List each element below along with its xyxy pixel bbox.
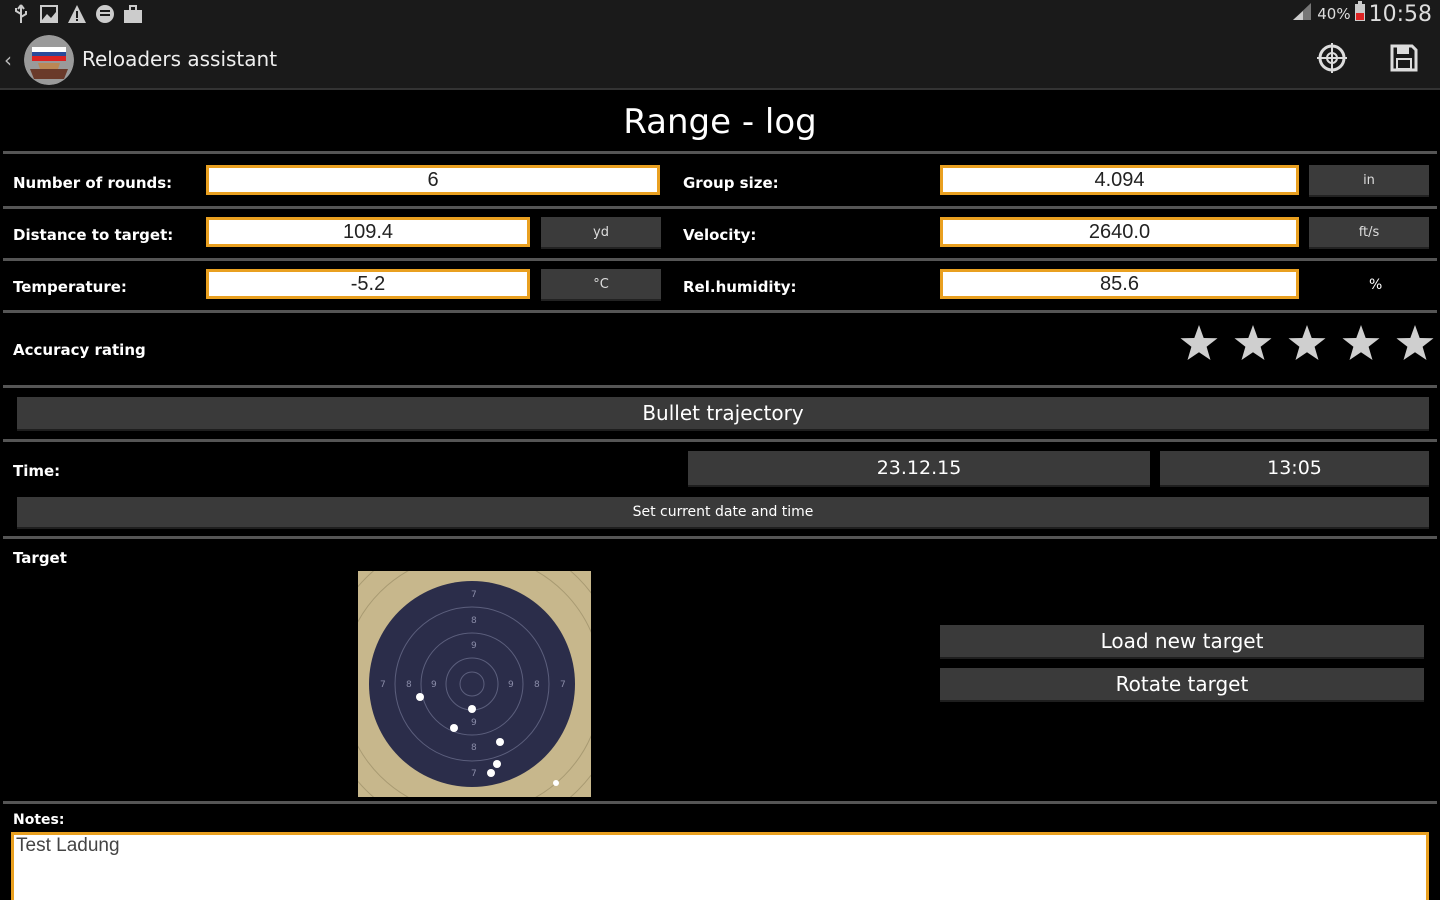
briefcase-icon — [122, 3, 144, 25]
group-size-label: Group size: — [683, 174, 779, 192]
time-row: Time: 23.12.15 13:05 Set current date an… — [3, 442, 1437, 539]
humidity-unit: % — [1369, 277, 1383, 293]
humidity-label: Rel.humidity: — [683, 278, 797, 296]
ring-label-top-9: 9 — [471, 641, 477, 651]
time-label: Time: — [13, 462, 61, 480]
temperature-label: Temperature: — [13, 278, 127, 296]
back-chevron-icon[interactable]: ‹ — [4, 48, 12, 72]
temperature-humidity-row: Temperature: -5.2 °C Rel.humidity: 85.6 … — [3, 261, 1437, 313]
set-current-datetime-button[interactable]: Set current date and time — [17, 497, 1429, 529]
page-title: Range - log — [623, 101, 817, 142]
ring-label-right-8: 8 — [534, 680, 540, 690]
temperature-unit-button[interactable]: °C — [541, 269, 661, 301]
ring-label-bottom-9: 9 — [471, 718, 477, 728]
load-new-target-button[interactable]: Load new target — [940, 625, 1424, 659]
ring-label-left-7: 7 — [380, 680, 386, 690]
save-button[interactable] — [1386, 42, 1422, 78]
app-title: Reloaders assistant — [82, 47, 278, 71]
app-logo[interactable] — [24, 35, 74, 85]
ring-label-left-9: 9 — [431, 680, 437, 690]
warning-icon — [66, 3, 88, 25]
star-2-icon[interactable] — [1233, 323, 1273, 363]
velocity-unit-button[interactable]: ft/s — [1309, 217, 1429, 249]
distance-velocity-row: Distance to target: 109.4 yd Velocity: 2… — [3, 209, 1437, 261]
group-size-field[interactable]: 4.094 — [940, 165, 1299, 195]
target-row: Target 7 8 9 7 8 9 9 8 7 9 8 7 Load new … — [3, 539, 1437, 804]
temperature-field[interactable]: -5.2 — [206, 269, 530, 299]
battery-icon — [1354, 1, 1365, 27]
accuracy-rating-row: Accuracy rating — [3, 313, 1437, 388]
distance-label: Distance to target: — [13, 226, 174, 244]
ring-label-right-7: 7 — [560, 680, 566, 690]
ring-label-right-9: 9 — [508, 680, 514, 690]
target-image[interactable]: 7 8 9 7 8 9 9 8 7 9 8 7 — [358, 571, 591, 797]
velocity-label: Velocity: — [683, 226, 757, 244]
voicemail-icon — [94, 3, 116, 25]
trajectory-row: Bullet trajectory — [3, 388, 1437, 442]
ring-label-top-8: 8 — [471, 616, 477, 626]
status-bar: 40% 10:58 — [0, 0, 1440, 30]
notes-row: Notes: Test Ladung — [3, 804, 1437, 900]
image-icon — [38, 3, 60, 25]
ring-label-top-7: 7 — [471, 590, 477, 600]
save-icon — [1389, 43, 1419, 77]
rounds-label: Number of rounds: — [13, 174, 173, 192]
velocity-field[interactable]: 2640.0 — [940, 217, 1299, 247]
date-button[interactable]: 23.12.15 — [688, 451, 1150, 487]
battery-percent: 40% — [1317, 5, 1351, 23]
bullet-trajectory-button[interactable]: Bullet trajectory — [17, 397, 1429, 431]
accuracy-rating-label: Accuracy rating — [13, 341, 146, 359]
star-rating[interactable] — [1179, 323, 1435, 363]
page-title-row: Range - log — [3, 92, 1437, 154]
distance-field[interactable]: 109.4 — [206, 217, 530, 247]
crosshair-icon — [1316, 42, 1348, 78]
crosshair-button[interactable] — [1314, 42, 1350, 78]
ring-label-bottom-8: 8 — [471, 743, 477, 753]
star-3-icon[interactable] — [1287, 323, 1327, 363]
star-5-icon[interactable] — [1395, 323, 1435, 363]
rotate-target-button[interactable]: Rotate target — [940, 668, 1424, 702]
action-bar: ‹ Reloaders assistant — [0, 30, 1440, 90]
target-label: Target — [13, 549, 67, 567]
time-button[interactable]: 13:05 — [1160, 451, 1429, 487]
notes-textarea[interactable]: Test Ladung — [11, 832, 1429, 900]
range-log-form: Range - log Number of rounds: 6 Group si… — [3, 92, 1437, 900]
star-4-icon[interactable] — [1341, 323, 1381, 363]
signal-icon — [1291, 1, 1313, 27]
ring-label-bottom-7: 7 — [471, 769, 477, 779]
humidity-field[interactable]: 85.6 — [940, 269, 1299, 299]
star-1-icon[interactable] — [1179, 323, 1219, 363]
rounds-field[interactable]: 6 — [206, 165, 660, 195]
group-unit-button[interactable]: in — [1309, 165, 1429, 197]
ring-label-left-8: 8 — [406, 680, 412, 690]
clock: 10:58 — [1368, 1, 1432, 27]
notes-label: Notes: — [13, 812, 65, 828]
rounds-group-row: Number of rounds: 6 Group size: 4.094 in — [3, 157, 1437, 209]
distance-unit-button[interactable]: yd — [541, 217, 661, 249]
usb-icon — [10, 3, 32, 25]
